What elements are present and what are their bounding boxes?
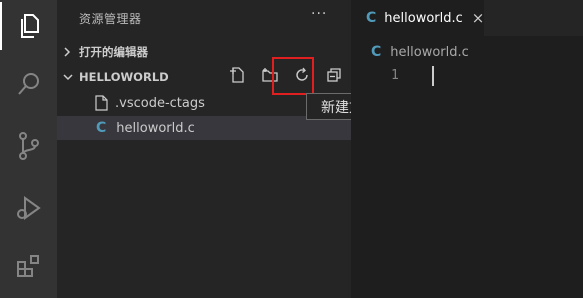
collapse-all-button[interactable] [323,66,345,88]
file-name: helloworld.c [116,120,195,136]
folder-label: HELLOWORLD [79,70,169,84]
extensions-icon[interactable] [0,242,57,290]
chevron-right-icon [63,47,73,57]
text-cursor [432,66,434,86]
editor-area: C helloworld.c × C helloworld.c 1 [351,0,583,298]
tab-bar: C helloworld.c × [351,0,583,36]
explorer-icon[interactable] [0,2,57,50]
new-file-highlight-box [272,57,314,95]
file-icon [95,95,108,111]
search-icon[interactable] [0,60,57,108]
chevron-down-icon [63,73,73,81]
open-editors-label: 打开的编辑器 [79,45,148,59]
collapse-all-icon [325,66,343,88]
line-number: 1 [391,68,399,83]
c-file-icon: C [366,10,377,26]
new-file-icon [228,66,246,88]
run-debug-icon[interactable] [0,184,57,232]
breadcrumb-label: helloworld.c [390,44,469,60]
close-icon[interactable]: × [472,9,485,27]
c-file-icon: C [96,120,107,136]
activity-bar [0,0,57,298]
more-actions-button[interactable]: ··· [311,6,327,22]
explorer-sidebar: 资源管理器 ··· 打开的编辑器 HELLOWORLD .vscode-ctag… [57,0,392,298]
sidebar-title: 资源管理器 [79,12,142,26]
file-name: .vscode-ctags [115,95,205,111]
new-file-button[interactable] [226,66,248,88]
tab-label: helloworld.c [384,10,463,26]
c-file-icon: C [371,44,382,60]
tab-helloworld-c[interactable]: C helloworld.c × [351,0,484,36]
breadcrumb[interactable]: C helloworld.c [371,44,469,60]
source-control-icon[interactable] [0,122,57,170]
